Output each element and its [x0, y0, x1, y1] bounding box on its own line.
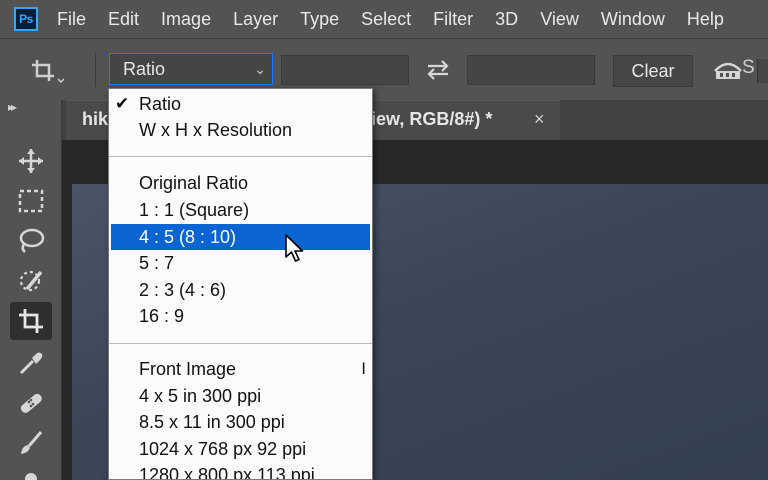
brush-tool[interactable]: [10, 424, 52, 462]
eyedropper-icon: [19, 352, 43, 375]
dropdown-item-label: 4 x 5 in 300 ppi: [139, 386, 262, 406]
menu-file[interactable]: File: [46, 0, 97, 38]
dropdown-item-16-9[interactable]: 16 : 9: [109, 303, 372, 329]
menu-3d[interactable]: 3D: [484, 0, 529, 38]
move-tool[interactable]: [10, 142, 52, 180]
dropdown-item-label: 1024 x 768 px 92 ppi: [139, 439, 307, 459]
dropdown-item-wxhxres[interactable]: W x H x Resolution: [109, 117, 372, 143]
menu-edit[interactable]: Edit: [97, 0, 150, 38]
dropdown-item-label: 4 : 5 (8 : 10): [139, 227, 237, 247]
dropdown-item-8-5x11-300[interactable]: 8.5 x 11 in 300 ppi: [109, 409, 372, 435]
mouse-pointer-icon: [285, 234, 304, 262]
dropdown-item-1024x768[interactable]: 1024 x 768 px 92 ppi: [109, 436, 372, 462]
dropdown-item-label: 5 : 7: [139, 253, 175, 273]
dropdown-item-4-5[interactable]: 4 : 5 (8 : 10): [111, 224, 370, 250]
crop-preset-icon[interactable]: [28, 57, 64, 85]
healing-brush-tool[interactable]: [10, 384, 52, 422]
dropdown-item-original-ratio[interactable]: Original Ratio: [109, 170, 372, 196]
checkmark-icon: ✔: [115, 94, 130, 113]
options-separator: [95, 53, 96, 87]
menu-image[interactable]: Image: [150, 0, 222, 38]
menu-select[interactable]: Select: [350, 0, 422, 38]
dropdown-separator: [109, 156, 372, 157]
rectangular-marquee-icon: [18, 189, 44, 213]
swap-icon[interactable]: [425, 59, 451, 81]
chevron-down-icon: ⌄: [254, 61, 266, 77]
menu-type[interactable]: Type: [289, 0, 350, 38]
width-input[interactable]: [281, 55, 409, 85]
dropdown-item-ratio[interactable]: ✔ Ratio: [109, 91, 372, 117]
keyboard-shortcut: I: [361, 359, 366, 378]
close-icon[interactable]: ×: [534, 109, 545, 130]
dropdown-item-label: 8.5 x 11 in 300 ppi: [139, 412, 285, 432]
straighten-icon[interactable]: [711, 57, 745, 83]
dropdown-item-label: 1280 x 800 px 113 ppi: [139, 465, 315, 480]
dropdown-item-4x5-300[interactable]: 4 x 5 in 300 ppi: [109, 383, 372, 409]
menu-bar: Ps File Edit Image Layer Type Select Fil…: [0, 0, 768, 38]
ratio-select-value: Ratio: [123, 59, 166, 79]
brush-icon: [21, 431, 43, 454]
menu-window[interactable]: Window: [590, 0, 676, 38]
quick-selection-tool[interactable]: [10, 262, 52, 300]
document-tab-title: hik: [82, 109, 109, 129]
tools-panel: ▸▸: [0, 100, 62, 480]
collapse-panel-icon[interactable]: ▸▸: [8, 100, 17, 114]
ratio-select[interactable]: Ratio ⌄: [109, 53, 273, 85]
dropdown-item-label: Ratio: [139, 94, 182, 114]
dropdown-item-1280x800[interactable]: 1280 x 800 px 113 ppi: [109, 462, 372, 480]
marquee-tool[interactable]: [10, 182, 52, 220]
partial-label: S: [742, 57, 755, 78]
lasso-icon: [19, 228, 45, 253]
menu-filter[interactable]: Filter: [422, 0, 484, 38]
dropdown-item-label: 2 : 3 (4 : 6): [139, 280, 227, 300]
dropdown-item-label: 1 : 1 (Square): [139, 200, 250, 220]
dropdown-item-label: Original Ratio: [139, 173, 249, 193]
options-overflow-handle[interactable]: [757, 59, 768, 83]
dropdown-separator: [109, 343, 372, 344]
eyedropper-tool[interactable]: [10, 344, 52, 382]
menu-view[interactable]: View: [529, 0, 590, 38]
dropdown-item-front-image[interactable]: Front Image I: [109, 356, 372, 382]
dropdown-item-5-7[interactable]: 5 : 7: [109, 250, 372, 276]
crop-icon: [19, 309, 43, 333]
dropdown-item-label: 16 : 9: [139, 306, 185, 326]
clone-stamp-tool[interactable]: [10, 460, 52, 480]
clear-button[interactable]: Clear: [613, 55, 693, 87]
dropdown-item-label: Front Image: [139, 359, 237, 379]
bandage-icon: [20, 393, 42, 413]
dropdown-item-label: W x H x Resolution: [139, 120, 293, 140]
quick-selection-icon: [19, 270, 43, 292]
stamp-icon: [25, 473, 37, 480]
crop-tool[interactable]: [10, 302, 52, 340]
photoshop-logo: Ps: [14, 7, 38, 31]
move-icon: [19, 149, 43, 173]
ratio-dropdown-menu: ✔ Ratio W x H x Resolution Original Rati…: [108, 88, 373, 480]
menu-help[interactable]: Help: [676, 0, 735, 38]
dropdown-item-2-3[interactable]: 2 : 3 (4 : 6): [109, 277, 372, 303]
dropdown-item-1-1[interactable]: 1 : 1 (Square): [109, 197, 372, 223]
menu-layer[interactable]: Layer: [222, 0, 289, 38]
lasso-tool[interactable]: [10, 222, 52, 260]
document-tab-title-suffix: iew, RGB/8#) *: [371, 109, 493, 129]
height-input[interactable]: [467, 55, 595, 85]
